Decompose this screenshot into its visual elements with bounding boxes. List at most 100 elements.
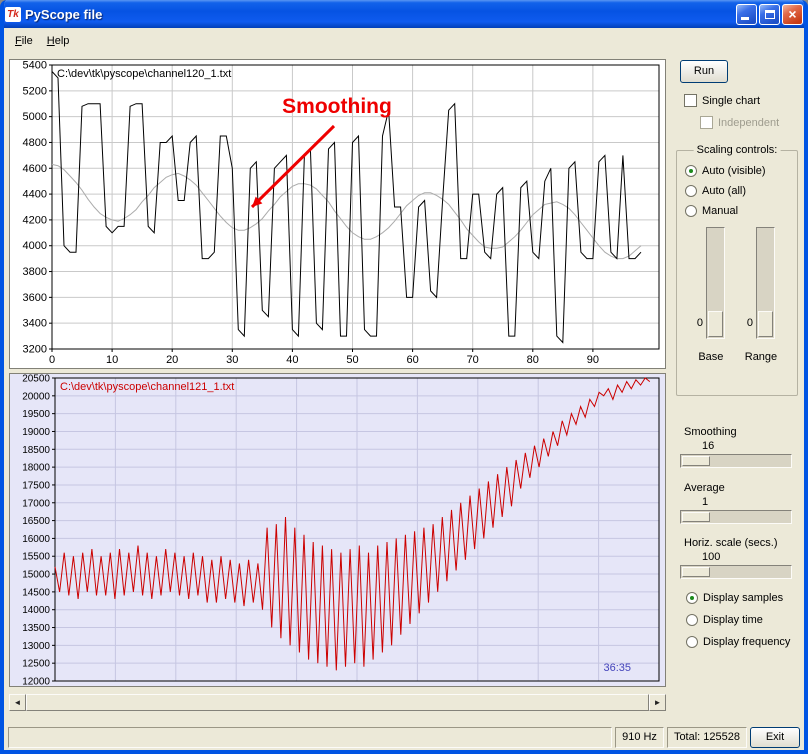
total-samples-status: Total: 125528 [666, 726, 747, 748]
svg-text:10: 10 [106, 354, 118, 366]
control-panel: Run Single chart Independent Scaling con… [672, 54, 804, 724]
base-slider-value: 0 [696, 317, 703, 329]
app-window: Tk PyScope file × File Help 3200 3400 3600… [0, 0, 808, 754]
single-chart-checkbox[interactable] [684, 94, 697, 107]
base-slider-thumb[interactable] [707, 311, 723, 337]
radio-manual-label: Manual [702, 205, 739, 217]
svg-text:20500: 20500 [22, 374, 50, 385]
smoothing-label: Smoothing [684, 426, 737, 438]
svg-text:15500: 15500 [22, 552, 50, 563]
top-chart: 3200 3400 3600 3800 4000 4200 4400 4600 4800 5000… [9, 59, 666, 369]
minimize-button[interactable] [736, 3, 757, 25]
svg-text:4400: 4400 [23, 189, 47, 201]
single-chart-checkbox-row[interactable]: Single chart [684, 94, 760, 107]
svg-text:12500: 12500 [22, 659, 50, 670]
radio-display-samples[interactable]: Display samples [686, 592, 804, 604]
radio-auto-visible-label: Auto (visible) [702, 165, 766, 177]
svg-text:4800: 4800 [23, 137, 47, 149]
svg-text:20000: 20000 [22, 391, 50, 402]
top-chart-canvas: 3200 3400 3600 3800 4000 4200 4400 4600 4800 5000… [9, 59, 666, 369]
svg-text:13000: 13000 [22, 641, 50, 652]
svg-text:3800: 3800 [23, 266, 47, 278]
scaling-controls-group: Scaling controls: Auto (visible) Auto (a… [676, 144, 798, 396]
radio-display-frequency-label: Display frequency [703, 636, 791, 648]
range-slider-thumb[interactable] [758, 311, 774, 337]
range-slider-group: 0 Range [745, 227, 777, 363]
hscale-label: Horiz. scale (secs.) [684, 537, 778, 549]
sample-rate-status: 910 Hz [615, 726, 664, 748]
scaling-radio-group: Auto (visible) Auto (all) Manual [677, 165, 797, 217]
smoothing-control: Smoothing 16 [680, 426, 796, 468]
svg-text:50: 50 [346, 354, 358, 366]
base-slider[interactable] [705, 227, 725, 339]
scrollbar-thumb[interactable] [26, 694, 649, 711]
scroll-left-arrow-icon[interactable]: ◄ [9, 694, 26, 711]
horizontal-scrollbar: ◄ ► [9, 694, 666, 711]
range-slider[interactable] [756, 227, 776, 339]
menu-file[interactable]: File [8, 31, 40, 51]
bottom-chart: 12000 12500 13000 13500 14000 14500 15000 15500… [9, 373, 666, 687]
minimize-icon [741, 16, 749, 20]
radio-manual[interactable]: Manual [685, 205, 797, 217]
svg-text:16500: 16500 [22, 516, 50, 527]
scroll-right-arrow-icon[interactable]: ► [649, 694, 666, 711]
radio-display-time[interactable]: Display time [686, 614, 804, 626]
svg-text:20: 20 [166, 354, 178, 366]
display-mode-radio-group: Display samples Display time Display fre… [672, 592, 804, 658]
maximize-button[interactable] [759, 3, 780, 25]
close-button[interactable]: × [782, 3, 803, 25]
run-button[interactable]: Run [680, 60, 728, 83]
svg-text:3400: 3400 [23, 318, 47, 330]
average-control: Average 1 [680, 482, 796, 524]
status-bar: 910 Hz Total: 125528 Exit [4, 724, 804, 750]
svg-text:16000: 16000 [22, 534, 50, 545]
svg-text:12000: 12000 [22, 677, 50, 688]
radio-display-samples-icon[interactable] [686, 592, 698, 604]
base-range-sliders: 0 Base 0 Range [677, 227, 797, 363]
svg-text:4600: 4600 [23, 163, 47, 175]
svg-text:17000: 17000 [22, 498, 50, 509]
svg-text:4200: 4200 [23, 214, 47, 226]
smoothing-slider[interactable] [680, 454, 792, 468]
radio-auto-visible[interactable]: Auto (visible) [685, 165, 797, 177]
exit-button[interactable]: Exit [750, 726, 800, 748]
svg-text:0: 0 [49, 354, 55, 366]
close-icon: × [788, 6, 797, 22]
svg-text:36:35: 36:35 [603, 662, 631, 674]
svg-text:19500: 19500 [22, 409, 50, 420]
average-slider[interactable] [680, 510, 792, 524]
hscale-slider-thumb[interactable] [682, 567, 710, 577]
smoothing-slider-thumb[interactable] [682, 456, 710, 466]
independent-checkbox-row: Independent [700, 116, 779, 129]
menu-help[interactable]: Help [40, 31, 77, 51]
radio-display-frequency-icon[interactable] [686, 636, 698, 648]
svg-text:15000: 15000 [22, 570, 50, 581]
radio-display-frequency[interactable]: Display frequency [686, 636, 804, 648]
menu-bar: File Help [4, 28, 804, 54]
svg-text:C:\dev\tk\pyscope\channel120_1: C:\dev\tk\pyscope\channel120_1.txt [57, 68, 231, 80]
radio-auto-all-icon[interactable] [685, 185, 697, 197]
svg-text:19000: 19000 [22, 427, 50, 438]
window-title: PyScope file [25, 6, 103, 22]
svg-text:30: 30 [226, 354, 238, 366]
hscale-slider[interactable] [680, 565, 792, 579]
scaling-controls-title: Scaling controls: [693, 144, 781, 156]
svg-text:Smoothing: Smoothing [282, 95, 392, 118]
average-slider-thumb[interactable] [682, 512, 710, 522]
radio-auto-visible-icon[interactable] [685, 165, 697, 177]
radio-display-samples-label: Display samples [703, 592, 784, 604]
radio-auto-all[interactable]: Auto (all) [685, 185, 797, 197]
svg-text:5400: 5400 [23, 60, 47, 72]
radio-auto-all-label: Auto (all) [702, 185, 747, 197]
bottom-chart-canvas: 12000 12500 13000 13500 14000 14500 15000 15500… [9, 373, 666, 687]
radio-display-time-icon[interactable] [686, 614, 698, 626]
svg-text:14000: 14000 [22, 605, 50, 616]
status-spacer-panel [8, 726, 613, 748]
svg-text:90: 90 [587, 354, 599, 366]
radio-manual-icon[interactable] [685, 205, 697, 217]
independent-label: Independent [718, 116, 780, 129]
range-slider-value: 0 [746, 317, 754, 329]
main-area: 3200 3400 3600 3800 4000 4200 4400 4600 4800 5000… [4, 54, 804, 724]
smoothing-value: 16 [702, 440, 715, 452]
base-slider-group: 0 Base [697, 227, 725, 363]
